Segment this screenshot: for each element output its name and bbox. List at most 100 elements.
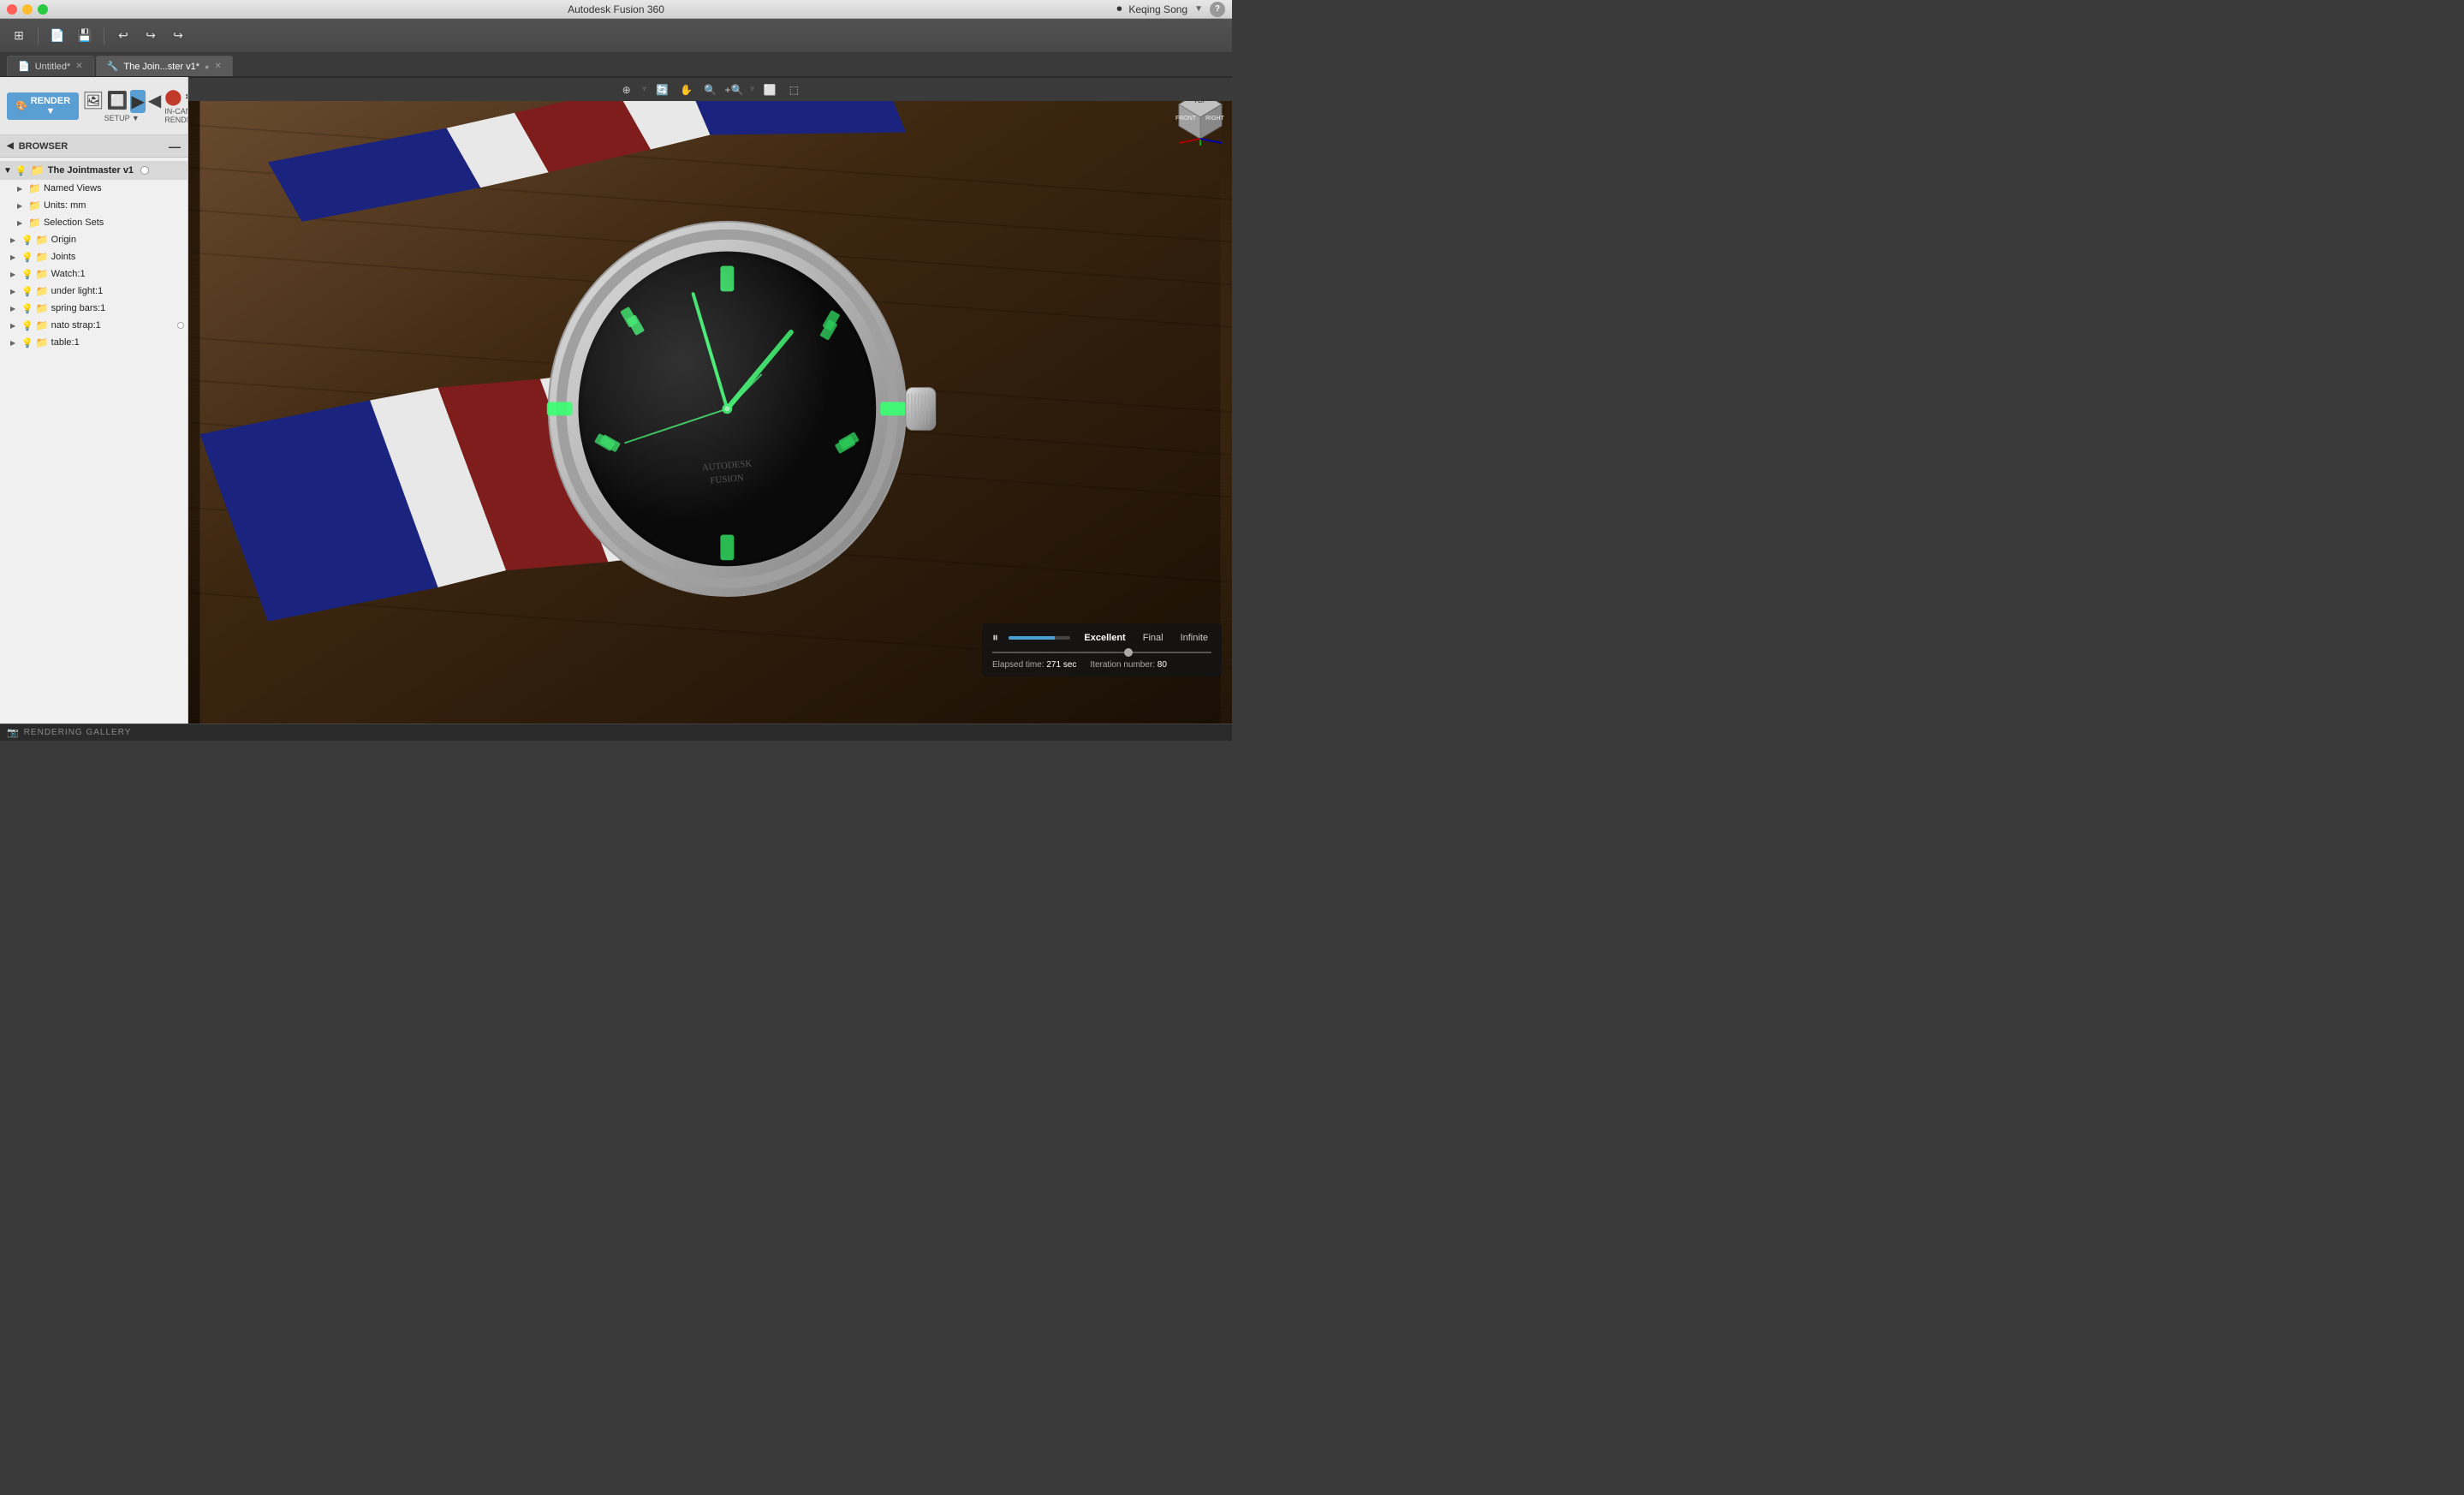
tab-icon-untitled: 📄: [18, 61, 30, 72]
tree-item-nato-strap[interactable]: ▶ 💡 📁 nato strap:1: [0, 317, 187, 334]
fit-dropdown-arrow[interactable]: ▼: [640, 85, 649, 94]
setup-icon-4: ◀: [148, 90, 161, 113]
user-area: ⏺ Keqing Song ▼ ?: [1116, 2, 1225, 17]
quality-slider-thumb[interactable]: [1124, 648, 1133, 657]
svg-text:FRONT: FRONT: [1175, 116, 1197, 122]
watch-arrow: ▶: [10, 271, 19, 278]
zoom-button[interactable]: 🔍: [700, 81, 721, 98]
camera-icon: 📷: [7, 727, 19, 738]
spring-bars-folder-icon: 📁: [36, 302, 49, 314]
tree-item-selection-sets[interactable]: ▶ 📁 Selection Sets: [0, 214, 187, 231]
browser-title: BROWSER: [19, 141, 68, 152]
window-title: Autodesk Fusion 360: [568, 3, 664, 15]
window-controls: [7, 4, 48, 15]
under-light-folder-icon: 📁: [36, 285, 49, 297]
viewport[interactable]: AUTODESK FUSION TOP RIGHT FRONT: [188, 77, 1232, 724]
tree-item-named-views[interactable]: ▶ 📁 Named Views: [0, 180, 187, 197]
browser-collapse-arrow[interactable]: ◀: [7, 141, 14, 151]
pause-render-button[interactable]: ⏸: [992, 630, 998, 645]
browser-header: ◀ BROWSER —: [0, 135, 187, 158]
toolbar-sep-1: [38, 27, 39, 45]
tab-bar: 📄 Untitled* ✕ 🔧 The Join...ster v1* ● ✕: [0, 53, 1232, 77]
minimize-button[interactable]: [22, 4, 33, 15]
record-icon[interactable]: ⏺: [1116, 3, 1122, 15]
setup-tool[interactable]: 🖼 🔲 ▶ ◀ SETUP ▼: [82, 90, 161, 122]
nato-strap-eye-icon[interactable]: 💡: [21, 320, 33, 331]
display-mode-button[interactable]: ⬜: [759, 81, 780, 98]
tree-item-watch[interactable]: ▶ 💡 📁 Watch:1: [0, 265, 187, 283]
save-button[interactable]: 💾: [73, 24, 97, 48]
render-mode-button[interactable]: 🎨 RENDER ▼: [7, 92, 79, 120]
sidebar: 🎨 RENDER ▼ 🖼 🔲 ▶ ◀ SETUP ▼ ⬤ ⚙ 📤 IN-CA: [0, 77, 188, 724]
tree-item-under-light[interactable]: ▶ 💡 📁 under light:1: [0, 283, 187, 300]
setup-icons: 🖼 🔲 ▶ ◀: [82, 90, 161, 113]
tab-icon-jointmaster: 🔧: [107, 61, 119, 72]
nato-strap-vis-dot: [177, 322, 184, 329]
redo-alt-button[interactable]: ↪: [166, 24, 190, 48]
tree-item-table[interactable]: ▶ 💡 📁 table:1: [0, 334, 187, 351]
selection-sets-arrow: ▶: [17, 219, 26, 227]
root-collapse-arrow: ▼: [3, 166, 12, 176]
quality-final-button[interactable]: Final: [1140, 631, 1167, 645]
apps-grid-button[interactable]: ⊞: [7, 24, 31, 48]
tree-root-item[interactable]: ▼ 💡 📁 The Jointmaster v1: [0, 161, 187, 180]
pan-button[interactable]: ✋: [676, 81, 697, 98]
undo-button[interactable]: ↩: [111, 24, 135, 48]
under-light-label: under light:1: [51, 286, 104, 296]
tab-untitled[interactable]: 📄 Untitled* ✕: [7, 56, 94, 76]
spring-bars-label: spring bars:1: [51, 303, 106, 313]
browser-minimize-button[interactable]: —: [169, 140, 181, 153]
tree-item-joints[interactable]: ▶ 💡 📁 Joints: [0, 248, 187, 265]
zoom-in-button[interactable]: +🔍: [724, 81, 745, 98]
help-icon[interactable]: ?: [1210, 2, 1225, 17]
named-views-folder-icon: 📁: [28, 182, 41, 194]
units-folder-icon: 📁: [28, 200, 41, 211]
quality-controls-row: ⏸ Excellent Final Infinite: [992, 630, 1211, 645]
maximize-button[interactable]: [38, 4, 48, 15]
origin-arrow: ▶: [10, 236, 19, 244]
under-light-arrow: ▶: [10, 288, 19, 295]
under-light-eye-icon[interactable]: 💡: [21, 286, 33, 297]
tab-close-untitled[interactable]: ✕: [75, 62, 82, 71]
root-eye-icon[interactable]: 💡: [15, 165, 27, 176]
in-canvas-tool[interactable]: ⬤ ⚙ 📤 IN-CANVAS RENDER ▼: [164, 88, 188, 124]
main-toolbar: ⊞ 📄 💾 ↩ ↪ ↪: [0, 19, 1232, 53]
username: Keqing Song: [1128, 3, 1187, 15]
watch-eye-icon[interactable]: 💡: [21, 269, 33, 280]
rendering-gallery-label: RENDERING GALLERY: [24, 728, 132, 737]
quality-slider[interactable]: [992, 652, 1211, 653]
tree-item-spring-bars[interactable]: ▶ 💡 📁 spring bars:1: [0, 300, 187, 317]
spring-bars-arrow: ▶: [10, 305, 19, 313]
tree-item-origin[interactable]: ▶ 💡 📁 Origin: [0, 231, 187, 248]
title-bar: Autodesk Fusion 360 ⏺ Keqing Song ▼ ?: [0, 0, 1232, 19]
root-label: The Jointmaster v1: [48, 165, 134, 176]
named-views-arrow: ▶: [17, 185, 26, 193]
tree-item-units[interactable]: ▶ 📁 Units: mm: [0, 197, 187, 214]
zoom-dropdown-arrow[interactable]: ▼: [748, 85, 757, 94]
grid-mode-button[interactable]: ⬚: [783, 81, 804, 98]
table-arrow: ▶: [10, 339, 19, 347]
in-canvas-icon: ⬤: [164, 88, 182, 106]
root-badge: [140, 166, 149, 175]
elapsed-time-stat: Elapsed time: 271 sec: [992, 660, 1076, 670]
orbit-button[interactable]: 🔄: [652, 81, 673, 98]
close-button[interactable]: [7, 4, 17, 15]
spring-bars-eye-icon[interactable]: 💡: [21, 303, 33, 314]
redo-button[interactable]: ↪: [139, 24, 163, 48]
origin-eye-icon[interactable]: 💡: [21, 235, 33, 246]
joints-eye-icon[interactable]: 💡: [21, 252, 33, 263]
joints-folder-icon: 📁: [36, 251, 49, 263]
quality-progress-bar: [1009, 636, 1070, 640]
iteration-label: Iteration number:: [1090, 660, 1157, 670]
quality-infinite-button[interactable]: Infinite: [1177, 631, 1211, 645]
table-eye-icon[interactable]: 💡: [21, 337, 33, 348]
fit-view-button[interactable]: ⊕: [616, 81, 637, 98]
user-dropdown-icon[interactable]: ▼: [1194, 4, 1203, 14]
table-folder-icon: 📁: [36, 337, 49, 348]
tab-close-jointmaster[interactable]: ✕: [214, 62, 221, 71]
origin-label: Origin: [51, 235, 76, 245]
rendering-gallery-bar: 📷 RENDERING GALLERY: [0, 724, 1232, 741]
tab-jointmaster[interactable]: 🔧 The Join...ster v1* ● ✕: [96, 56, 233, 76]
quality-excellent-button[interactable]: Excellent: [1080, 631, 1128, 645]
new-document-button[interactable]: 📄: [45, 24, 69, 48]
